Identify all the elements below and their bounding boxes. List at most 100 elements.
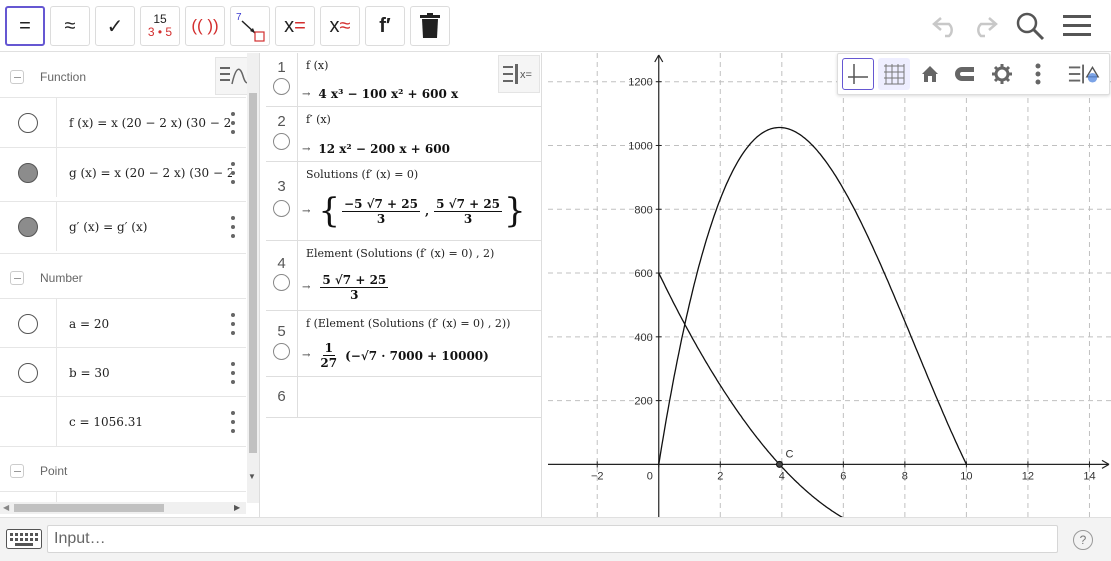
visibility-toggle[interactable]	[0, 348, 57, 397]
expand-label: (( ))	[191, 16, 219, 35]
scrollbar-thumb[interactable]	[14, 504, 164, 512]
cas-row-3[interactable]: 3 Solutions (f′ (x) = 0) → { −5 √7 + 25 3…	[266, 162, 541, 241]
solve-tool-button[interactable]: x =	[275, 6, 315, 46]
category-number[interactable]: Number	[0, 253, 246, 301]
cas-input[interactable]: f (x)	[306, 59, 328, 72]
marble-icon[interactable]	[273, 274, 290, 291]
more-options-icon[interactable]	[230, 216, 236, 238]
algebra-row-c[interactable]: c = 1056.31	[0, 396, 246, 446]
menu-icon[interactable]	[1059, 8, 1095, 44]
algebra-horizontal-scrollbar[interactable]: ◀ ▶	[0, 502, 246, 514]
redo-icon[interactable]	[966, 8, 1002, 44]
collapse-icon[interactable]	[10, 70, 24, 84]
right-brace: }	[504, 191, 526, 231]
algebra-expression[interactable]: b = 30	[57, 366, 232, 380]
marble-icon[interactable]	[18, 162, 38, 183]
show-grid-button[interactable]	[878, 58, 910, 90]
numerator: 1	[322, 341, 335, 356]
marble-icon[interactable]	[273, 343, 290, 360]
graphics-settings-button[interactable]	[986, 58, 1018, 90]
algebra-expression[interactable]: g′ (x) = g′ (x)	[57, 220, 232, 234]
style-bar-icon	[1068, 64, 1100, 84]
algebra-input-field[interactable]: Input…	[47, 525, 1058, 553]
derivative-label: f′	[379, 14, 391, 37]
algebra-row-g[interactable]: g (x) = x (20 − 2 x) (30 − 2 x)	[0, 147, 246, 197]
cas-style-bar-button[interactable]: x=	[498, 55, 540, 93]
scroll-down-icon[interactable]: ▼	[248, 472, 256, 481]
visibility-toggle[interactable]	[0, 98, 57, 147]
algebra-expression[interactable]: c = 1056.31	[57, 415, 232, 429]
algebra-expression[interactable]: f (x) = x (20 − 2 x) (30 − 2 x)	[57, 116, 232, 130]
algebra-expression[interactable]: a = 20	[57, 317, 232, 331]
category-function[interactable]: Function	[0, 53, 246, 101]
marble-icon[interactable]	[18, 362, 38, 383]
graphics-style-toggle-button[interactable]	[1068, 58, 1100, 90]
marble-icon[interactable]	[18, 216, 38, 237]
numeric-tool-button[interactable]: ≈	[50, 6, 90, 46]
graph-canvas[interactable]: −2 0 2 4 6 8 10 12 14 200 400 600 800 1000 1200 C	[548, 53, 1111, 517]
substitute-icon: 7	[236, 12, 265, 42]
comma: ,	[424, 204, 430, 218]
marble-icon[interactable]	[273, 200, 290, 217]
cas-input[interactable]: f′ (x)	[306, 113, 331, 126]
cas-row-4[interactable]: 4 Element (Solutions (f′ (x) = 0) , 2) →…	[266, 241, 541, 311]
cas-input[interactable]: Element (Solutions (f′ (x) = 0) , 2)	[306, 247, 494, 260]
x-tick-label: −2	[591, 470, 604, 482]
visibility-toggle[interactable]	[0, 148, 57, 197]
cas-input[interactable]: Solutions (f′ (x) = 0)	[306, 168, 418, 181]
delete-tool-button[interactable]	[410, 6, 450, 46]
standard-view-button[interactable]	[914, 58, 946, 90]
algebra-row-b[interactable]: b = 30	[0, 347, 246, 397]
factor-tool-button[interactable]: 15 3 • 5	[140, 6, 180, 46]
cas-row-5[interactable]: 5 f (Element (Solutions (f′ (x) = 0) , 2…	[266, 311, 541, 377]
algebra-vertical-scrollbar[interactable]: ▼	[247, 53, 259, 503]
algebra-expression[interactable]: g (x) = x (20 − 2 x) (30 − 2 x)	[57, 166, 232, 180]
gear-icon	[992, 64, 1012, 84]
help-icon[interactable]: ?	[1073, 530, 1093, 550]
category-point[interactable]: Point	[0, 446, 246, 494]
more-options-icon[interactable]	[230, 411, 236, 433]
marble-icon[interactable]	[18, 313, 38, 334]
point-capturing-button[interactable]	[950, 58, 982, 90]
expand-tool-button[interactable]: (( ))	[185, 6, 225, 46]
graphics-more-button[interactable]	[1022, 58, 1054, 90]
algebra-row-g-prime[interactable]: g′ (x) = g′ (x)	[0, 201, 246, 251]
derivative-tool-button[interactable]: f′	[365, 6, 405, 46]
denominator: 3	[350, 288, 359, 302]
scrollbar-thumb[interactable]	[249, 93, 257, 453]
solve-numerically-tool-button[interactable]: x ≈	[320, 6, 360, 46]
visibility-toggle[interactable]	[0, 202, 57, 251]
marble-icon[interactable]	[273, 133, 290, 150]
visibility-toggle[interactable]	[0, 299, 57, 348]
cas-input[interactable]: f (Element (Solutions (f′ (x) = 0) , 2))	[306, 317, 510, 330]
more-options-icon[interactable]	[230, 313, 236, 335]
search-icon[interactable]	[1012, 8, 1048, 44]
collapse-icon[interactable]	[10, 463, 24, 478]
more-options-icon[interactable]	[230, 112, 236, 134]
cas-output: → 12 x² − 200 x + 600	[302, 142, 450, 156]
keyboard-toggle-button[interactable]	[4, 526, 44, 552]
algebra-row-a[interactable]: a = 20	[0, 298, 246, 348]
fraction: 1 27	[320, 341, 337, 370]
scroll-right-icon[interactable]: ▶	[234, 503, 240, 512]
category-title: Number	[40, 270, 83, 285]
evaluate-tool-button[interactable]: =	[5, 6, 45, 46]
numerator: 5 √7 + 25	[434, 196, 503, 212]
collapse-icon[interactable]	[10, 270, 24, 285]
cas-row-6[interactable]: 6	[266, 377, 541, 418]
check-input-tool-button[interactable]: ✓	[95, 6, 135, 46]
more-options-icon[interactable]	[230, 162, 236, 184]
undo-icon[interactable]	[928, 8, 964, 44]
scroll-left-icon[interactable]: ◀	[3, 503, 9, 512]
graphics-view[interactable]: −2 0 2 4 6 8 10 12 14 200 400 600 800 1000 1200 C	[548, 53, 1111, 517]
y-tick-label: 1000	[628, 140, 652, 152]
show-axes-button[interactable]	[842, 58, 874, 90]
cas-row-2[interactable]: 2 f′ (x) → 12 x² − 200 x + 600	[266, 107, 541, 162]
more-options-icon[interactable]	[230, 362, 236, 384]
factor-icon: 15 3 • 5	[148, 13, 172, 39]
x-tick-label: 8	[902, 470, 908, 482]
marble-icon[interactable]	[18, 112, 38, 133]
marble-icon[interactable]	[273, 78, 290, 95]
substitute-tool-button[interactable]: 7	[230, 6, 270, 46]
algebra-row-f[interactable]: f (x) = x (20 − 2 x) (30 − 2 x)	[0, 97, 246, 147]
